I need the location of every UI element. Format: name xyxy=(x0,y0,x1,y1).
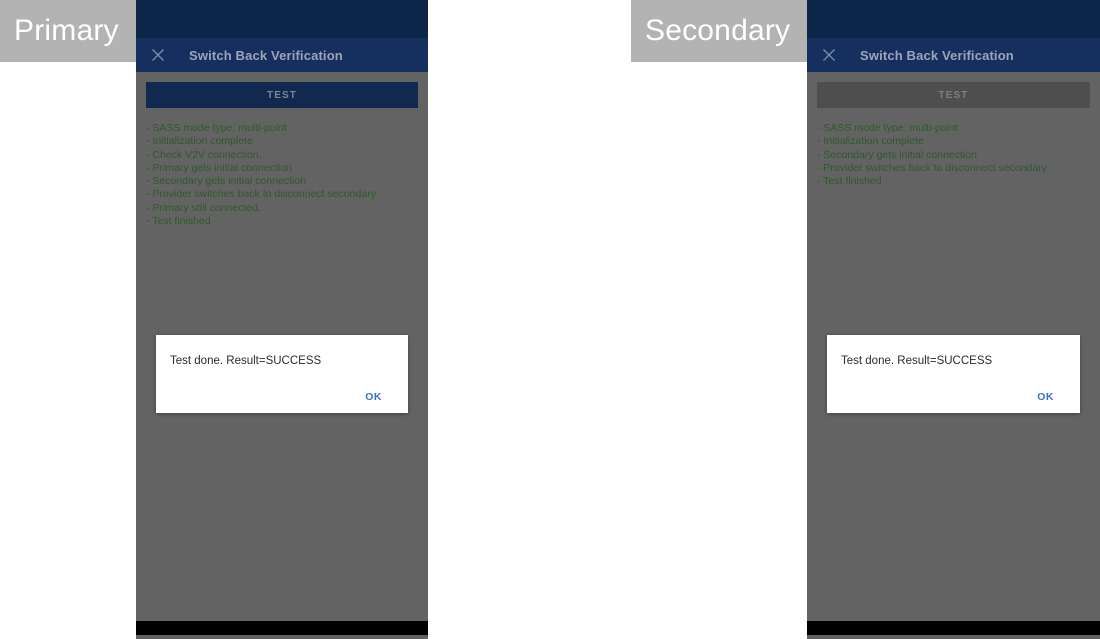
log-line: - Check V2V connection. xyxy=(146,148,262,161)
close-icon[interactable] xyxy=(150,47,166,63)
dialog-actions: OK xyxy=(841,391,1066,403)
result-dialog-secondary: Test done. Result=SUCCESS OK xyxy=(827,335,1080,413)
test-button: TEST xyxy=(817,82,1090,108)
log-line: - Provider switches back to disconnect s… xyxy=(817,161,1047,174)
device-screen-secondary: Switch Back Verification TEST - SASS mod… xyxy=(807,0,1100,639)
dialog-ok-button[interactable]: OK xyxy=(1037,391,1054,403)
navigation-bar xyxy=(807,621,1100,635)
navigation-bar xyxy=(136,621,428,635)
result-dialog-primary: Test done. Result=SUCCESS OK xyxy=(156,335,408,413)
log-line: - Primary gets initial connection xyxy=(146,161,292,174)
log-line: - Secondary gets initial connection xyxy=(146,175,306,188)
test-button-label: TEST xyxy=(267,89,297,101)
log-output-secondary: - SASS mode type: multi-point - Initiali… xyxy=(817,122,1090,188)
dialog-message: Test done. Result=SUCCESS xyxy=(841,355,993,367)
log-line: - Initialization complete xyxy=(817,135,924,148)
status-bar-primary xyxy=(136,0,428,38)
test-button-label: TEST xyxy=(938,89,969,101)
log-line: - Initialization complete xyxy=(146,135,253,148)
device-screen-primary: Switch Back Verification TEST - SASS mod… xyxy=(136,0,428,639)
dialog-message: Test done. Result=SUCCESS xyxy=(170,355,322,367)
content-area-secondary: TEST - SASS mode type: multi-point - Ini… xyxy=(807,82,1100,635)
app-bar-title: Switch Back Verification xyxy=(860,47,1014,63)
status-bar-secondary xyxy=(807,0,1100,38)
log-output-primary: - SASS mode type: multi-point - Initiali… xyxy=(146,122,418,228)
role-caption-primary: Primary xyxy=(0,0,136,62)
log-line: - Primary still connected. xyxy=(146,201,261,214)
log-line: - Provider switches back to disconnect s… xyxy=(146,188,376,201)
log-line: - Test finished xyxy=(146,215,211,228)
test-button[interactable]: TEST xyxy=(146,82,418,108)
app-bar-secondary: Switch Back Verification xyxy=(807,38,1100,72)
close-icon[interactable] xyxy=(821,47,837,63)
app-bar-primary: Switch Back Verification xyxy=(136,38,428,72)
log-line: - Test finished xyxy=(817,175,882,188)
log-line: - Secondary gets initial connection xyxy=(817,148,977,161)
dialog-actions: OK xyxy=(170,391,394,403)
content-area-primary: TEST - SASS mode type: multi-point - Ini… xyxy=(136,82,428,635)
log-line: - SASS mode type: multi-point xyxy=(146,122,287,134)
dialog-ok-button[interactable]: OK xyxy=(365,391,382,403)
role-caption-secondary: Secondary xyxy=(631,0,807,62)
log-line: - SASS mode type: multi-point xyxy=(817,122,958,134)
app-bar-title: Switch Back Verification xyxy=(189,47,343,63)
